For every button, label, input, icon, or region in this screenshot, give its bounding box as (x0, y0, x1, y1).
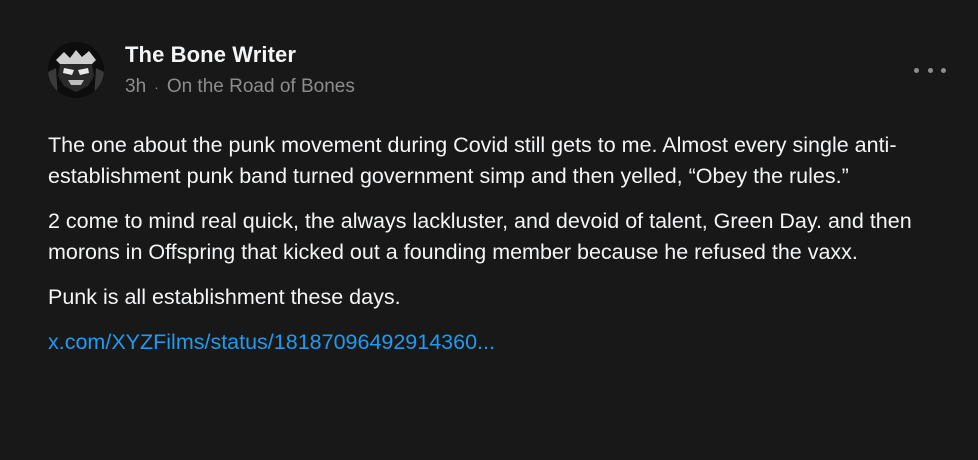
avatar-image (48, 42, 104, 98)
post-link[interactable]: x.com/XYZFilms/status/18187096492914360.… (48, 330, 495, 354)
post-meta: 3h · On the Road of Bones (125, 76, 355, 98)
author-avatar[interactable] (48, 42, 104, 98)
link-paragraph: x.com/XYZFilms/status/18187096492914360.… (48, 327, 953, 358)
post-time: 3h (125, 76, 147, 97)
post-paragraph: 2 come to mind real quick, the always la… (48, 209, 912, 264)
post-card: The Bone Writer 3h · On the Road of Bone… (0, 0, 978, 460)
post-paragraph: The one about the punk movement during C… (48, 133, 897, 188)
publication-name[interactable]: On the Road of Bones (167, 76, 355, 98)
author-name[interactable]: The Bone Writer (125, 42, 296, 68)
post-paragraph: Punk is all establishment these days. (48, 285, 401, 309)
meta-separator: · (154, 79, 159, 95)
more-dot (914, 67, 919, 73)
more-options-icon[interactable] (914, 60, 946, 80)
more-dot (941, 67, 946, 73)
more-dot (927, 67, 933, 73)
post-body: The one about the punk movement during C… (48, 130, 953, 372)
